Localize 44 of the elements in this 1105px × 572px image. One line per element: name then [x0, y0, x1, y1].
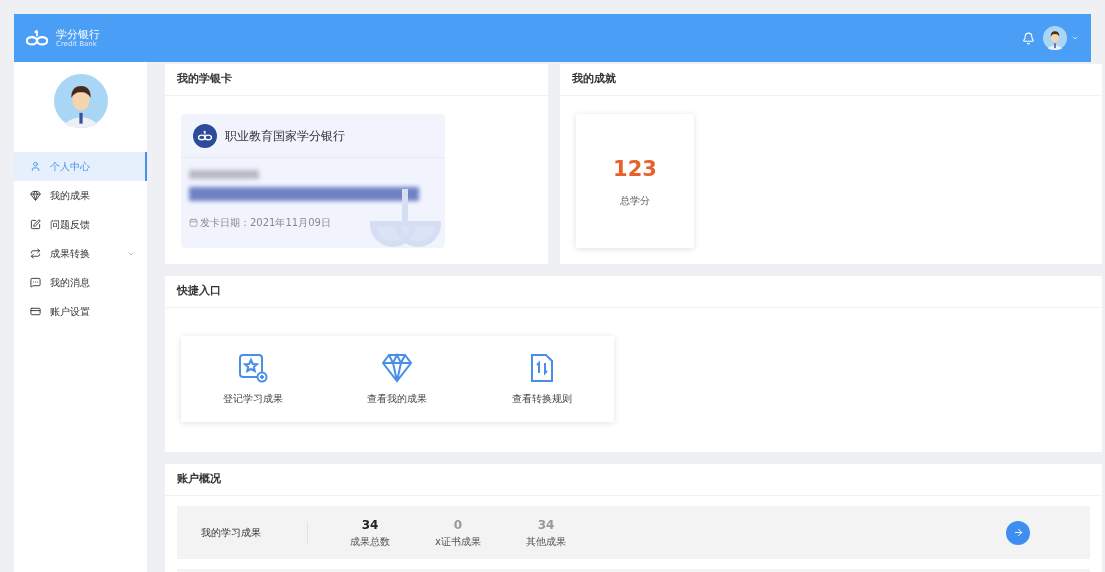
- user-icon: [30, 161, 41, 172]
- quick-entry-button[interactable]: 查看转换规则: [469, 352, 614, 406]
- star-plus-icon: [238, 352, 269, 383]
- avatar-button[interactable]: [1043, 26, 1067, 50]
- stat-value: 34: [361, 517, 379, 534]
- stat-label: 成果总数: [350, 535, 390, 549]
- blurred-name: [189, 170, 259, 179]
- calendar-icon: [189, 218, 198, 227]
- stat-value: 0: [453, 517, 463, 534]
- panel-title: 我的学银卡: [177, 71, 232, 88]
- exchange-icon: [30, 248, 41, 259]
- logo-icon: [26, 29, 48, 47]
- diamond-icon: [30, 190, 41, 201]
- bank-name: 职业教育国家学分银行: [225, 127, 345, 145]
- logo-icon: [198, 129, 212, 142]
- sidebar-item[interactable]: 账户设置: [14, 297, 147, 326]
- sidebar-item[interactable]: 我的消息: [14, 268, 147, 297]
- caret-icon[interactable]: [1071, 34, 1079, 42]
- avatar-icon: [1043, 26, 1067, 50]
- quick-entry-button[interactable]: 登记学习成果: [181, 352, 326, 406]
- sidebar-item[interactable]: 我的成果: [14, 181, 147, 210]
- arrow-right-icon: [1012, 527, 1024, 538]
- total-label: 总学分: [620, 194, 650, 209]
- row-label: 我的学习成果: [201, 526, 262, 540]
- issue-date: 发卡日期：2021年11月09日: [200, 216, 331, 230]
- panel-title: 账户概况: [177, 471, 221, 488]
- notification-icon[interactable]: [1022, 31, 1035, 45]
- sidebar-item[interactable]: 成果转换: [14, 239, 147, 268]
- file-swap-icon: [528, 352, 555, 383]
- edit-icon: [30, 219, 41, 230]
- quick-entry-button[interactable]: 查看我的成果: [325, 352, 470, 406]
- stat-value: 34: [537, 517, 555, 534]
- panel-title: 快捷入口: [177, 283, 221, 300]
- panel-title: 我的成就: [572, 71, 616, 88]
- sidebar-item[interactable]: 问题反馈: [14, 210, 147, 239]
- total-credits: 123: [613, 155, 657, 183]
- arrow-button[interactable]: [1006, 520, 1030, 545]
- card-icon: [30, 306, 41, 317]
- avatar-icon: [53, 74, 108, 128]
- stat-label: x证书成果: [435, 535, 481, 549]
- diamond-icon: [381, 352, 414, 383]
- stat-label: 其他成果: [526, 535, 566, 549]
- logo-title: 学分银行: [56, 28, 100, 40]
- message-icon: [30, 277, 41, 288]
